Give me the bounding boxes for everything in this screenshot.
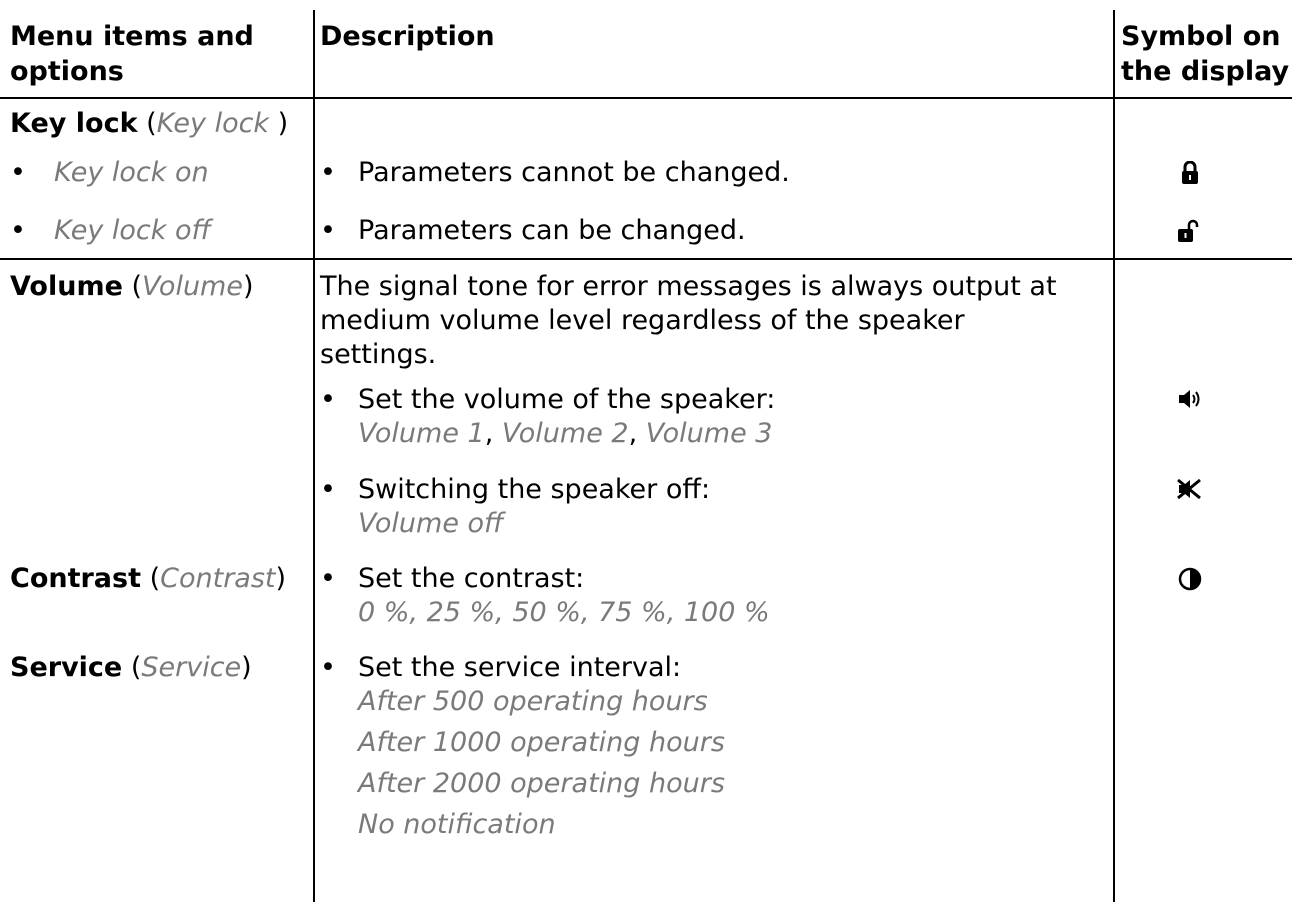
volume-title: Volume (Volume) (10, 270, 254, 304)
column-divider-1 (313, 10, 315, 902)
header-symbol-line2: the display (1121, 56, 1290, 87)
bullet: • (320, 215, 336, 246)
column-divider-2 (1113, 10, 1115, 902)
bullet: • (10, 157, 26, 188)
keylock-title-text: Key lock (10, 108, 138, 139)
bullet: • (320, 652, 336, 683)
volume-description-line2: medium volume level regardless of the sp… (320, 305, 965, 336)
contrast-options: 0 %, 25 %, 50 %, 75 %, 100 % (358, 597, 770, 628)
paren-close: ) (275, 563, 287, 594)
header-symbol-line1: Symbol on (1121, 21, 1281, 52)
keylock-on-label: Key lock on (54, 157, 209, 188)
volume-description-line3: settings. (320, 339, 437, 370)
service-option-1: After 500 operating hours (358, 686, 708, 717)
keylock-on-description: Parameters cannot be changed. (358, 157, 790, 188)
bullet: • (320, 384, 336, 415)
paren-close: ) (242, 271, 254, 302)
contrast-title: Contrast (Contrast) (10, 562, 286, 596)
contrast-title-text: Contrast (10, 563, 142, 594)
keylock-title: Key lock (Key lock ) (10, 107, 288, 141)
header-menu-items-line2: options (10, 56, 124, 87)
service-option-4: No notification (358, 809, 556, 840)
contrast-set-label: Set the contrast: (358, 563, 585, 594)
menu-table: Menu items and options Description Symbo… (0, 0, 1292, 902)
volume-title-text: Volume (10, 271, 123, 302)
row-divider-keylock (0, 258, 1292, 260)
bullet: • (320, 474, 336, 505)
volume-off-label: Switching the speaker off: (358, 474, 711, 505)
service-title-option: Service (141, 652, 242, 683)
paren-open: ( (141, 563, 161, 594)
contrast-icon (1175, 564, 1205, 594)
lock-closed-icon (1175, 158, 1205, 188)
service-title: Service (Service) (10, 651, 252, 685)
volume-option-2: Volume 2 (501, 418, 629, 449)
speaker-muted-icon (1174, 474, 1204, 504)
speaker-icon (1174, 384, 1204, 414)
volume-description-line1: The signal tone for error messages is al… (320, 271, 1057, 302)
service-option-2: After 1000 operating hours (358, 727, 725, 758)
bullet: • (10, 215, 26, 246)
paren-open: ( (122, 652, 142, 683)
separator: , (628, 418, 646, 449)
service-set-label: Set the service interval: (358, 652, 682, 683)
paren-open: ( (137, 108, 157, 139)
separator: , (484, 418, 502, 449)
header-description: Description (320, 21, 495, 52)
service-option-3: After 2000 operating hours (358, 768, 725, 799)
volume-title-option: Volume (142, 271, 243, 302)
keylock-title-option: Key lock (156, 108, 278, 139)
keylock-off-label: Key lock off (54, 215, 212, 246)
volume-set-label: Set the volume of the speaker: (358, 384, 776, 415)
lock-open-icon (1174, 216, 1204, 246)
keylock-off-description: Parameters can be changed. (358, 215, 746, 246)
service-title-text: Service (10, 652, 123, 683)
volume-off-option: Volume off (358, 508, 504, 539)
volume-options: Volume 1, Volume 2, Volume 3 (358, 417, 772, 451)
paren-open: ( (122, 271, 143, 302)
contrast-title-option: Contrast (160, 563, 276, 594)
bullet: • (320, 563, 336, 594)
volume-option-1: Volume 1 (358, 418, 485, 449)
header-menu-items-line1: Menu items and (10, 21, 254, 52)
bullet: • (320, 157, 336, 188)
paren-close: ) (241, 652, 252, 683)
paren-close: ) (277, 108, 289, 139)
header-divider (0, 97, 1292, 99)
volume-option-3: Volume 3 (645, 418, 773, 449)
